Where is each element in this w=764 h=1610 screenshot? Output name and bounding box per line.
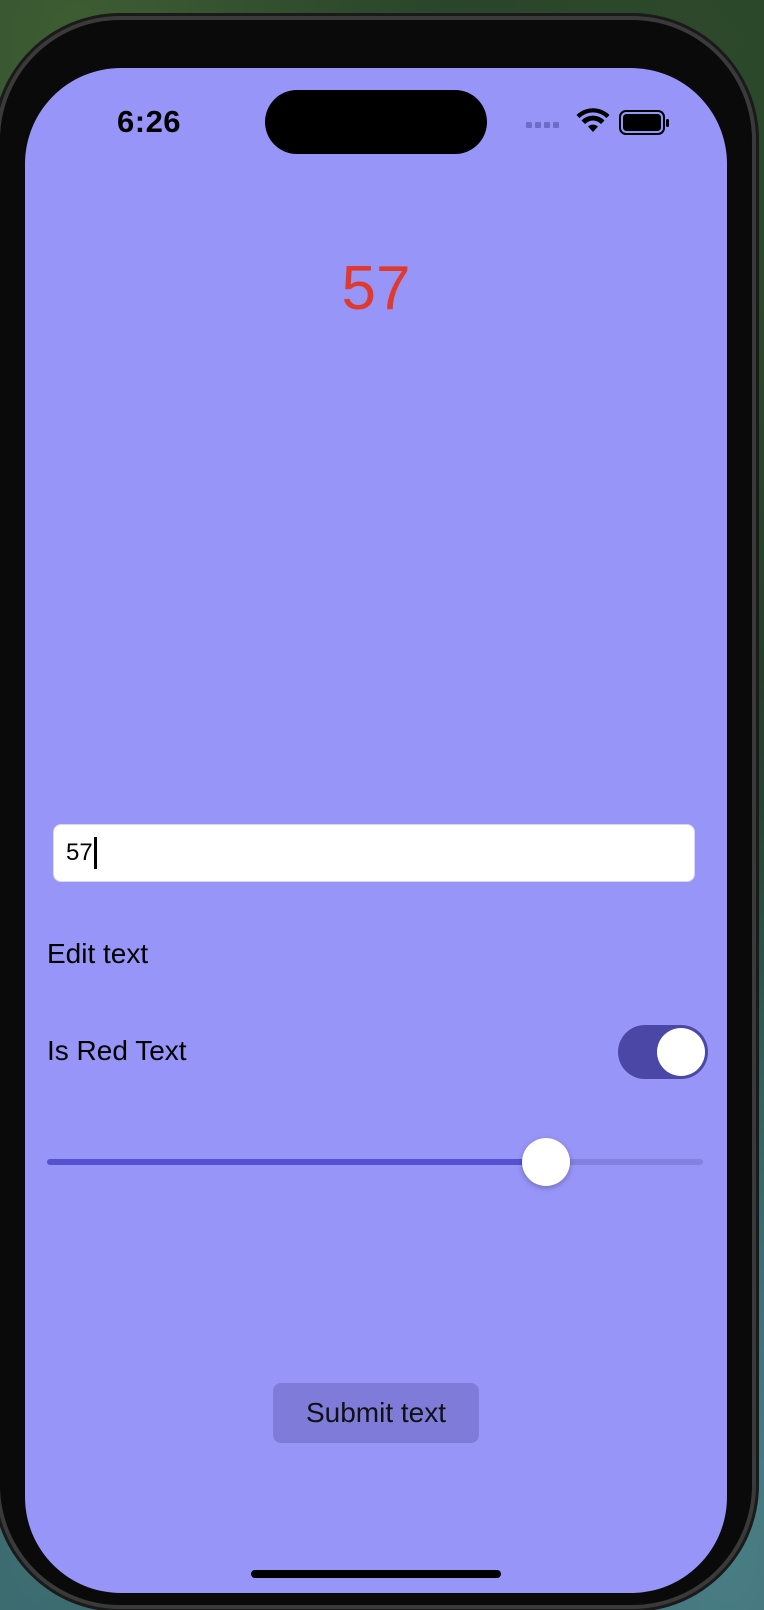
slider-fill [47,1159,546,1165]
text-input-field[interactable]: 57 [53,824,695,882]
is-red-text-label: Is Red Text [47,1035,187,1066]
toggle-knob [657,1028,705,1076]
display-number: 57 [341,254,411,323]
is-red-text-toggle[interactable] [618,1025,708,1079]
edit-text-label: Edit text [47,938,149,969]
slider-thumb[interactable] [521,1138,570,1186]
text-cursor [93,837,97,869]
phone-frame: 6:26 57 57 Edit text Is Red Text Submit … [0,20,752,1605]
slider-track[interactable] [47,1138,703,1186]
text-input-value: 57 [66,839,93,866]
battery-icon [619,110,671,141]
home-indicator [251,1570,501,1578]
status-time: 6:26 [117,104,182,139]
app-screen: 6:26 57 57 Edit text Is Red Text Submit … [25,68,727,1593]
dynamic-island [265,90,487,154]
wifi-icon [576,108,610,139]
submit-text-button[interactable]: Submit text [273,1383,479,1443]
cellular-signal-icon [526,122,559,128]
